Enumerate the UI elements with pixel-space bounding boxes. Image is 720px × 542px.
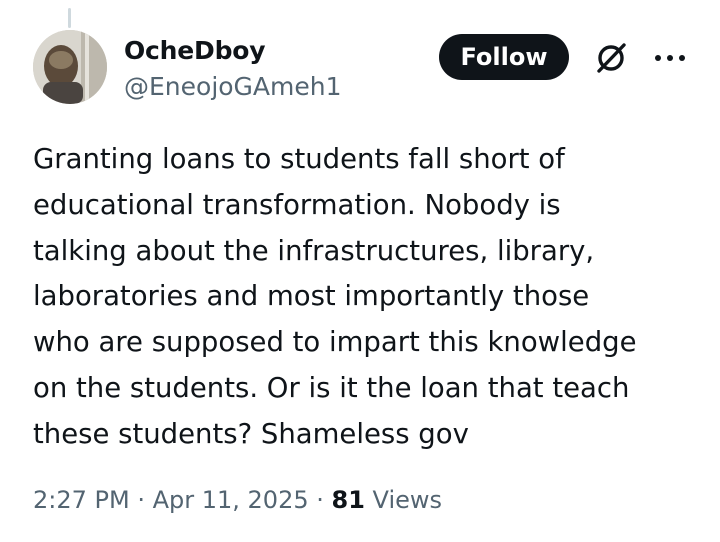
meta-separator: · — [129, 486, 153, 514]
tweet-text-line: on the students. Or is it the loan that … — [33, 371, 630, 404]
tweet-text-line: laboratories and most importantly those — [33, 280, 590, 313]
meta-separator: · — [308, 486, 332, 514]
tweet-text-line: who are supposed to impart this knowledg… — [33, 326, 637, 359]
tweet-text: Granting loans to students fall short of… — [33, 137, 693, 458]
views-label: Views — [364, 486, 443, 514]
tweet-metadata: 2:27 PM · Apr 11, 2025 · 81 Views — [33, 486, 442, 514]
tweet-time[interactable]: 2:27 PM — [33, 486, 130, 514]
author-handle[interactable]: @EneojoGAmeh1 — [124, 72, 342, 101]
tweet-text-line: educational transformation. Nobody is — [33, 188, 561, 221]
tweet-text-line: Granting loans to students fall short of — [33, 143, 565, 175]
grok-icon[interactable] — [591, 38, 631, 78]
tweet-date[interactable]: Apr 11, 2025 — [153, 486, 309, 514]
thread-connector-line — [68, 8, 71, 28]
more-icon[interactable] — [653, 52, 687, 64]
follow-button[interactable]: Follow — [439, 34, 569, 80]
tweet-text-line: talking about the infrastructures, libra… — [33, 234, 595, 267]
views-count: 81 — [331, 486, 365, 514]
tweet-text-line: these students? Shameless gov — [33, 417, 469, 450]
avatar-image — [33, 30, 107, 104]
avatar[interactable] — [33, 30, 107, 104]
author-display-name[interactable]: OcheDboy — [124, 36, 266, 65]
